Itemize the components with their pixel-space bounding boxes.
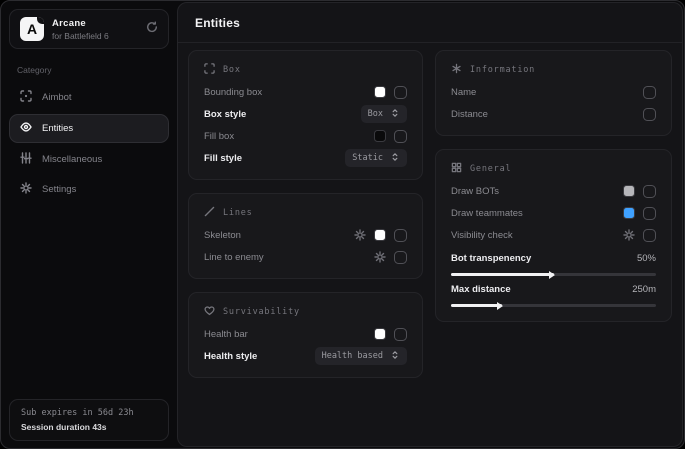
gear-icon[interactable]: [354, 229, 366, 241]
setting-row-health-bar: Health bar: [204, 323, 407, 345]
distance-checkbox[interactable]: [643, 108, 656, 121]
color-swatch[interactable]: [374, 86, 386, 98]
asterisk-icon: [451, 63, 462, 77]
brand-name: Arcane: [52, 18, 138, 29]
bounding-box-checkbox[interactable]: [394, 86, 407, 99]
subscription-card: Sub expires in 56d 23h Session duration …: [9, 399, 169, 441]
left-column: Box Bounding box Box style Box: [188, 50, 423, 378]
line-to-enemy-checkbox[interactable]: [394, 251, 407, 264]
card-title: Box: [223, 65, 241, 75]
grid-icon: [451, 162, 462, 176]
bot-transpenency-slider[interactable]: [451, 273, 656, 276]
right-column: Information Name Distance: [435, 50, 672, 378]
color-swatch[interactable]: [374, 130, 386, 142]
heart-icon: [204, 305, 215, 319]
draw-bots-checkbox[interactable]: [643, 185, 656, 198]
setting-row-max-distance: Max distance 250m: [451, 280, 656, 307]
brand-logo: A: [20, 17, 44, 41]
setting-row-visibility-check: Visibility check: [451, 224, 656, 246]
setting-row-health-style: Health style Health based: [204, 345, 407, 367]
card-survivability: Survivability Health bar Health style He…: [188, 292, 423, 378]
health-bar-checkbox[interactable]: [394, 328, 407, 341]
chevron-up-down-icon: [390, 350, 400, 363]
chevron-up-down-icon: [390, 152, 400, 165]
crosshair-icon: [20, 90, 32, 105]
color-swatch[interactable]: [623, 185, 635, 197]
skeleton-checkbox[interactable]: [394, 229, 407, 242]
session-duration-text: Session duration 43s: [21, 422, 157, 432]
main-panel: Entities Box Bounding box: [177, 2, 683, 447]
slider-fill: [451, 273, 554, 276]
fill-box-checkbox[interactable]: [394, 130, 407, 143]
card-information: Information Name Distance: [435, 50, 672, 136]
page-content: Box Bounding box Box style Box: [178, 43, 682, 385]
sidebar-item-settings[interactable]: Settings: [9, 176, 169, 203]
sidebar-item-miscellaneous[interactable]: Miscellaneous: [9, 146, 169, 173]
card-general: General Draw BOTs Draw teammates: [435, 149, 672, 322]
setting-row-skeleton: Skeleton: [204, 224, 407, 246]
draw-teammates-checkbox[interactable]: [643, 207, 656, 220]
sidebar: A Arcane for Battlefield 6 Category Aimb…: [1, 1, 177, 448]
brand-game: for Battlefield 6: [52, 31, 138, 41]
fill-style-select[interactable]: Static: [345, 149, 407, 167]
sidebar-item-entities[interactable]: Entities: [9, 114, 169, 143]
app-window: A Arcane for Battlefield 6 Category Aimb…: [0, 0, 685, 449]
equalizer-icon: [20, 152, 32, 167]
eye-icon: [20, 121, 32, 136]
card-title: General: [470, 164, 511, 174]
color-swatch[interactable]: [374, 229, 386, 241]
setting-row-fill-box: Fill box: [204, 125, 407, 147]
sidebar-item-label: Entities: [42, 123, 73, 134]
sidebar-item-aimbot[interactable]: Aimbot: [9, 84, 169, 111]
setting-row-draw-bots: Draw BOTs: [451, 180, 656, 202]
color-swatch[interactable]: [374, 328, 386, 340]
gear-icon: [20, 182, 32, 197]
card-title: Information: [470, 65, 535, 75]
box-style-select[interactable]: Box: [361, 105, 407, 123]
scan-brackets-icon: [204, 63, 215, 77]
slider-fill: [451, 304, 502, 307]
category-label: Category: [17, 65, 161, 75]
setting-row-name: Name: [451, 81, 656, 103]
slider-value: 50%: [637, 253, 656, 264]
setting-row-distance: Distance: [451, 103, 656, 125]
setting-row-line-to-enemy: Line to enemy: [204, 246, 407, 268]
brand-card: A Arcane for Battlefield 6: [9, 9, 169, 49]
gear-icon[interactable]: [374, 251, 386, 263]
sidebar-nav: Aimbot Entities Miscellaneous Settings: [9, 84, 169, 206]
sync-icon[interactable]: [146, 20, 158, 38]
setting-row-fill-style: Fill style Static: [204, 147, 407, 169]
sidebar-item-label: Miscellaneous: [42, 154, 102, 165]
card-box: Box Bounding box Box style Box: [188, 50, 423, 180]
max-distance-slider[interactable]: [451, 304, 656, 307]
setting-row-draw-teammates: Draw teammates: [451, 202, 656, 224]
setting-row-bounding-box: Bounding box: [204, 81, 407, 103]
color-swatch[interactable]: [623, 207, 635, 219]
page-title: Entities: [195, 16, 240, 30]
sub-expires-text: Sub expires in 56d 23h: [21, 408, 157, 418]
diagonal-line-icon: [204, 206, 215, 220]
gear-icon[interactable]: [623, 229, 635, 241]
name-checkbox[interactable]: [643, 86, 656, 99]
sidebar-item-label: Settings: [42, 184, 76, 195]
chevron-up-down-icon: [390, 108, 400, 121]
page-header: Entities: [178, 3, 682, 43]
card-title: Lines: [223, 208, 253, 218]
setting-row-bot-transpenency: Bot transpenency 50%: [451, 249, 656, 276]
health-style-select[interactable]: Health based: [315, 347, 407, 365]
setting-row-box-style: Box style Box: [204, 103, 407, 125]
card-lines: Lines Skeleton Line to enemy: [188, 193, 423, 279]
card-title: Survivability: [223, 307, 300, 317]
slider-value: 250m: [632, 284, 656, 295]
visibility-check-checkbox[interactable]: [643, 229, 656, 242]
sidebar-item-label: Aimbot: [42, 92, 72, 103]
